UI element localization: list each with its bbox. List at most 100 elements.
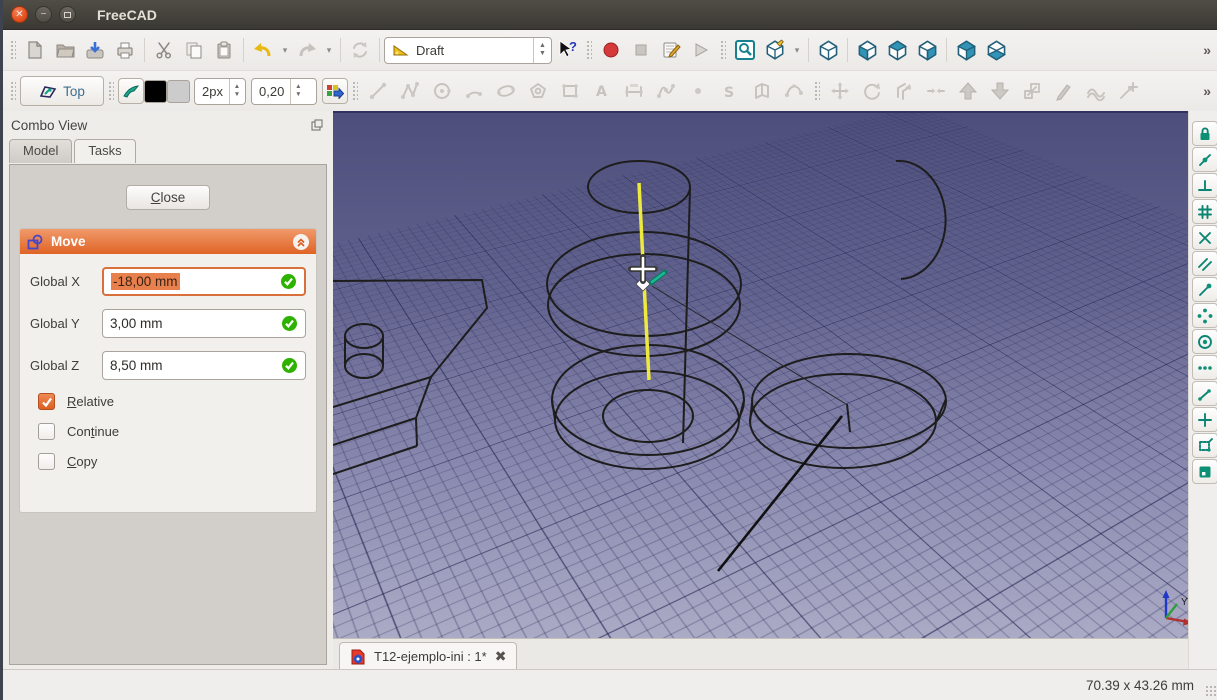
3d-viewport[interactable]: Y X <box>333 111 1188 638</box>
view-top-button[interactable] <box>882 35 912 65</box>
toggle-grid-button[interactable] <box>1191 459 1217 484</box>
continue-checkbox-label[interactable]: Continue <box>67 424 119 439</box>
toolbar-overflow-button[interactable]: » <box>1203 42 1217 58</box>
wireframe-arc[interactable] <box>895 159 947 280</box>
whats-this-button[interactable]: ? <box>552 35 582 65</box>
draft-edit-button[interactable] <box>1048 76 1080 106</box>
draft-trim-button[interactable] <box>920 76 952 106</box>
panel-float-button[interactable] <box>309 117 325 133</box>
relative-checkbox-label[interactable]: Relative <box>67 394 114 409</box>
workbench-selector[interactable]: Draft ▲ ▼ <box>384 36 552 64</box>
snap-center-button[interactable] <box>1191 329 1217 354</box>
snap-working-plane-button[interactable] <box>1191 433 1217 458</box>
global-y-input[interactable]: 3,00 mm <box>102 309 306 338</box>
working-plane-button[interactable]: Top <box>20 76 104 106</box>
window-resize-grip[interactable] <box>1205 685 1217 697</box>
global-scale-spinbox[interactable]: 0,20 ▲ ▼ <box>251 77 317 105</box>
toolbar-grip[interactable] <box>10 81 16 101</box>
macro-record-button[interactable] <box>596 35 626 65</box>
snap-special-button[interactable] <box>1191 303 1217 328</box>
copy-checkbox[interactable] <box>38 453 55 470</box>
toolbar-grip[interactable] <box>10 40 16 60</box>
refresh-button[interactable] <box>345 35 375 65</box>
draft-arc-button[interactable] <box>458 76 490 106</box>
draft-bezier-button[interactable] <box>778 76 810 106</box>
snap-ortho-button[interactable] <box>1191 407 1217 432</box>
continue-checkbox[interactable] <box>38 423 55 440</box>
macro-stop-button[interactable] <box>626 35 656 65</box>
print-button[interactable] <box>110 35 140 65</box>
copy-button[interactable] <box>179 35 209 65</box>
tab-model[interactable]: Model <box>9 139 73 163</box>
draft-shapestring-button[interactable]: S <box>714 76 746 106</box>
toolbar-grip[interactable] <box>586 40 592 60</box>
macro-play-button[interactable] <box>686 35 716 65</box>
draft-facebinder-button[interactable] <box>746 76 778 106</box>
draft-dimension-button[interactable] <box>618 76 650 106</box>
draft-text-button[interactable]: A <box>586 76 618 106</box>
view-rear-button[interactable] <box>951 35 981 65</box>
draft-rectangle-button[interactable] <box>554 76 586 106</box>
snap-endpoint-button[interactable] <box>1191 147 1217 172</box>
apply-style-button[interactable] <box>322 78 348 104</box>
draft-rotate-button[interactable] <box>856 76 888 106</box>
draft-scale-button[interactable] <box>1016 76 1048 106</box>
snap-parallel-button[interactable] <box>1191 251 1217 276</box>
view-bottom-button[interactable] <box>981 35 1011 65</box>
snap-near-button[interactable] <box>1191 277 1217 302</box>
toolbar-grip[interactable] <box>720 40 726 60</box>
tab-tasks[interactable]: Tasks <box>74 139 136 163</box>
spin-arrows-icon[interactable]: ▲ ▼ <box>228 78 244 104</box>
cut-button[interactable] <box>149 35 179 65</box>
snap-angle-button[interactable] <box>1191 381 1217 406</box>
undo-button[interactable] <box>248 35 278 65</box>
window-close-button[interactable]: ✕ <box>11 6 28 23</box>
draft-circle-button[interactable] <box>426 76 458 106</box>
redo-dropdown[interactable]: ▾ <box>322 35 336 65</box>
draft-bspline-button[interactable] <box>650 76 682 106</box>
draft-polygon-button[interactable] <box>522 76 554 106</box>
global-x-input[interactable]: -18,00 mm <box>102 267 306 296</box>
draft-join-button[interactable] <box>1080 76 1112 106</box>
view-right-button[interactable] <box>912 35 942 65</box>
view-front-button[interactable] <box>852 35 882 65</box>
snap-dimensions-button[interactable] <box>1191 355 1217 380</box>
paste-button[interactable] <box>209 35 239 65</box>
draft-point-button[interactable] <box>682 76 714 106</box>
draft-offset-button[interactable] <box>888 76 920 106</box>
toolbar-grip[interactable] <box>814 81 820 101</box>
move-task-header[interactable]: Move <box>20 229 316 254</box>
draft-upgrade-button[interactable] <box>952 76 984 106</box>
window-minimize-button[interactable]: − <box>35 6 52 23</box>
line-width-spinbox[interactable]: 2px ▲ ▼ <box>194 77 246 105</box>
draft-move-button[interactable] <box>824 76 856 106</box>
collapse-task-button[interactable] <box>293 233 309 250</box>
draft-polyline-button[interactable] <box>394 76 426 106</box>
window-maximize-button[interactable] <box>59 6 76 23</box>
draw-style-dropdown[interactable]: ▾ <box>790 35 804 65</box>
snap-intersection-button[interactable] <box>1191 225 1217 250</box>
macro-edit-button[interactable] <box>656 35 686 65</box>
snap-lock-button[interactable] <box>1191 121 1217 146</box>
draft-add-point-button[interactable] <box>1112 76 1144 106</box>
toolbar-grip[interactable] <box>108 81 114 101</box>
close-task-button[interactable]: Close <box>125 185 211 210</box>
snap-midpoint-button[interactable] <box>1191 173 1217 198</box>
wireframe-small-cylinder[interactable] <box>344 323 384 379</box>
draw-style-button[interactable] <box>760 35 790 65</box>
spin-arrows-icon[interactable]: ▲ ▼ <box>290 78 305 104</box>
draft-downgrade-button[interactable] <box>984 76 1016 106</box>
face-color-swatch[interactable] <box>167 79 190 103</box>
undo-dropdown[interactable]: ▾ <box>278 35 292 65</box>
snap-grid-button[interactable] <box>1191 199 1217 224</box>
global-z-input[interactable]: 8,50 mm <box>102 351 306 380</box>
copy-checkbox-label[interactable]: Copy <box>67 454 97 469</box>
document-tab-close-icon[interactable]: ✖ <box>495 648 507 665</box>
view-axonometric-button[interactable] <box>813 35 843 65</box>
new-document-button[interactable] <box>20 35 50 65</box>
toggle-construction-button[interactable] <box>118 78 144 104</box>
open-document-button[interactable] <box>50 35 80 65</box>
relative-checkbox[interactable] <box>38 393 55 410</box>
save-button[interactable] <box>80 35 110 65</box>
redo-button[interactable] <box>292 35 322 65</box>
